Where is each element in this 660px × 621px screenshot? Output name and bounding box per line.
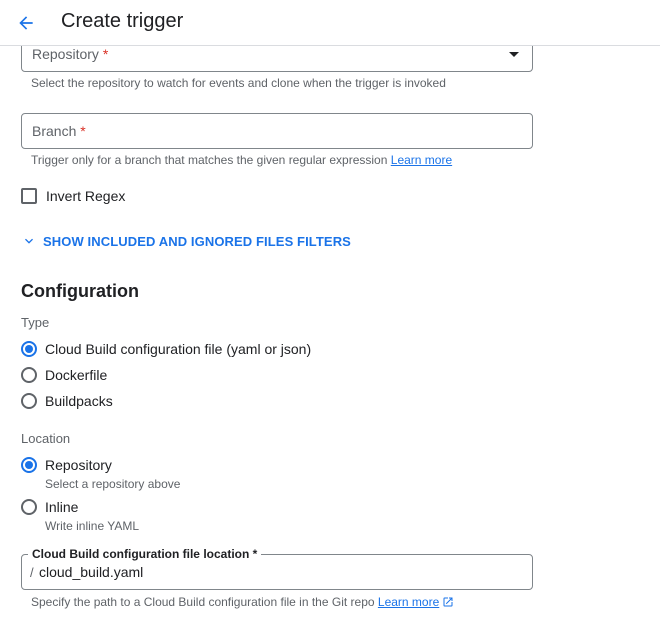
location-option-sub: Select a repository above	[45, 477, 181, 491]
invert-regex-label: Invert Regex	[46, 188, 126, 204]
branch-input[interactable]: Branch *	[21, 113, 533, 149]
config-file-location-value[interactable]: cloud_build.yaml	[39, 564, 143, 580]
back-button[interactable]	[12, 9, 40, 37]
location-radio-repository[interactable]	[21, 457, 37, 473]
location-option-repository[interactable]: Repository Select a repository above	[21, 456, 180, 491]
branch-label: Branch *	[32, 123, 86, 139]
type-option-cloud-build[interactable]: Cloud Build configuration file (yaml or …	[21, 340, 311, 358]
type-option-label: Dockerfile	[45, 367, 108, 383]
type-option-dockerfile[interactable]: Dockerfile	[21, 366, 107, 384]
chevron-down-icon	[25, 238, 33, 244]
dropdown-arrow-icon	[509, 52, 519, 57]
page-title: Create trigger	[61, 10, 184, 32]
arrow-back-icon	[19, 16, 33, 30]
type-radio-cloud-build[interactable]	[21, 341, 37, 357]
location-radio-inline[interactable]	[21, 499, 37, 515]
invert-regex-checkbox-row[interactable]: Invert Regex	[21, 188, 125, 204]
branch-learn-more-link[interactable]: Learn more	[391, 153, 452, 167]
config-file-location-hint: Specify the path to a Cloud Build config…	[31, 595, 454, 609]
location-option-inline[interactable]: Inline Write inline YAML	[21, 498, 139, 533]
type-option-buildpacks[interactable]: Buildpacks	[21, 392, 113, 410]
location-option-sub: Write inline YAML	[45, 519, 140, 533]
type-radio-dockerfile[interactable]	[21, 367, 37, 383]
show-filters-label: SHOW INCLUDED AND IGNORED FILES FILTERS	[43, 233, 351, 249]
branch-hint: Trigger only for a branch that matches t…	[31, 153, 453, 167]
type-option-label: Buildpacks	[45, 393, 113, 409]
location-option-label: Inline	[45, 499, 79, 515]
type-label: Type	[21, 315, 50, 330]
configuration-heading: Configuration	[21, 281, 139, 301]
open-in-new-icon	[443, 597, 453, 607]
config-learn-more-link[interactable]: Learn more	[378, 595, 454, 609]
path-prefix: /	[30, 565, 34, 580]
type-radio-buildpacks[interactable]	[21, 393, 37, 409]
config-file-location-input[interactable]: Cloud Build configuration file location …	[21, 547, 533, 590]
type-option-label: Cloud Build configuration file (yaml or …	[45, 341, 312, 357]
show-filters-toggle[interactable]: SHOW INCLUDED AND IGNORED FILES FILTERS	[21, 233, 351, 249]
page-header: Create trigger	[0, 0, 660, 46]
repository-hint: Select the repository to watch for event…	[31, 76, 446, 90]
invert-regex-checkbox[interactable]	[21, 188, 37, 204]
location-label: Location	[21, 431, 71, 446]
repository-label: Repository *	[32, 46, 109, 62]
config-file-location-label: Cloud Build configuration file location …	[28, 547, 262, 561]
location-option-label: Repository	[45, 457, 112, 473]
